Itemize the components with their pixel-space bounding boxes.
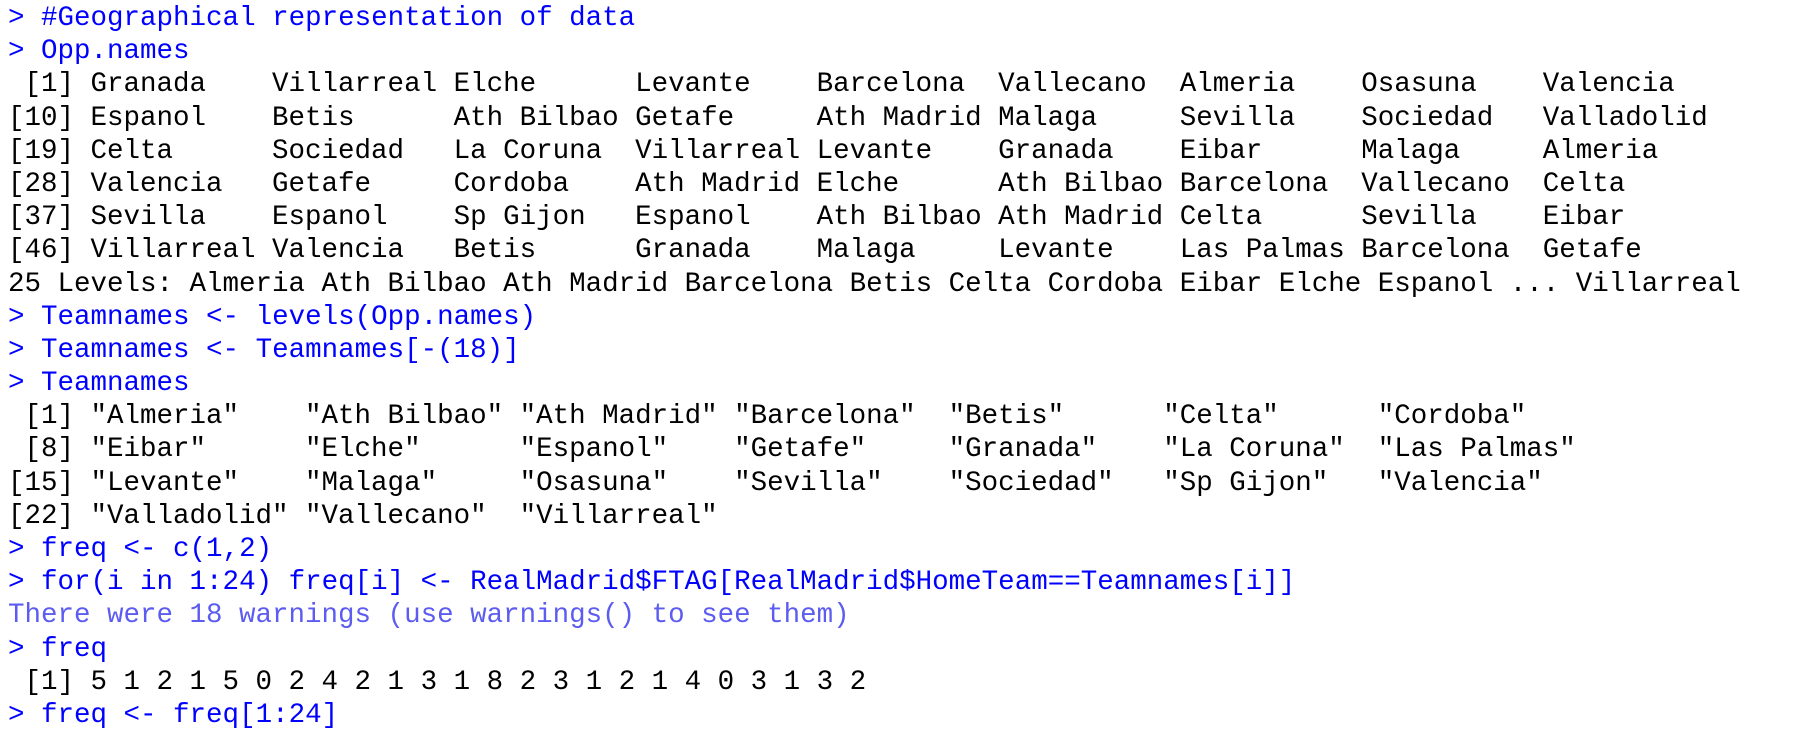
console-output-line: [19] Celta Sociedad La Coruna Villarreal… (8, 135, 1659, 167)
console-output-line: [22] "Valladolid" "Vallecano" "Villarrea… (8, 500, 718, 532)
console-command: Teamnames (41, 368, 190, 400)
console-input-line: > Teamnames <- Teamnames[-(18)] (8, 334, 1801, 367)
console-output-line: [10] Espanol Betis Ath Bilbao Getafe Ath… (8, 102, 1708, 134)
console-command: Opp.names (41, 36, 190, 68)
console-input-line: > freq (8, 633, 1801, 666)
console-output-line: [15] "Levante" "Malaga" "Osasuna" "Sevil… (8, 467, 1543, 499)
console-prompt: > (8, 567, 25, 599)
console-command: freq <- freq[1:24] (41, 699, 339, 731)
console-input-line: > for(i in 1:24) freq[i] <- RealMadrid$F… (8, 566, 1801, 599)
console-output-line: [1] "Almeria" "Ath Bilbao" "Ath Madrid" … (8, 401, 1527, 433)
console-output-line: 25 Levels: Almeria Ath Bilbao Ath Madrid… (8, 268, 1741, 300)
console-prompt: > (8, 301, 25, 333)
console-input-line: > Opp.names (8, 35, 1801, 68)
console-prompt: > (8, 3, 25, 34)
console-command: freq <- c(1,2) (41, 534, 273, 565)
console-output-line: [46] Villarreal Valencia Betis Granada M… (8, 235, 1642, 267)
r-console[interactable]: > #Geographical representation of data > … (0, 0, 1801, 731)
console-command: Teamnames <- levels(Opp.names) (41, 301, 537, 333)
console-prompt: > (8, 368, 25, 400)
console-command: for(i in 1:24) freq[i] <- RealMadrid$FTA… (41, 567, 1296, 599)
console-output-line: [28] Valencia Getafe Cordoba Ath Madrid … (8, 168, 1626, 200)
console-output-line: [1] 5 1 2 1 5 0 2 4 2 1 3 1 8 2 3 1 2 1 … (8, 666, 867, 698)
console-command: freq (41, 633, 108, 665)
console-input-line: > Teamnames (8, 367, 1801, 400)
console-warning-line: There were 18 warnings (use warnings() t… (8, 600, 850, 632)
console-prompt: > (8, 36, 25, 68)
console-prompt: > (8, 633, 25, 665)
console-prompt: > (8, 699, 25, 731)
console-input-line: > freq <- freq[1:24] (8, 699, 1801, 732)
console-output-line: [37] Sevilla Espanol Sp Gijon Espanol At… (8, 202, 1626, 234)
console-output-line: [8] "Eibar" "Elche" "Espanol" "Getafe" "… (8, 434, 1576, 466)
console-output-line: [1] Granada Villarreal Elche Levante Bar… (8, 69, 1675, 101)
console-input-line: > freq <- c(1,2) (8, 533, 1801, 566)
console-prompt: > (8, 334, 25, 366)
console-input-line: > #Geographical representation of data (8, 2, 1801, 35)
console-command: Teamnames <- Teamnames[-(18)] (41, 334, 520, 366)
console-input-line: > Teamnames <- levels(Opp.names) (8, 301, 1801, 334)
console-command: #Geographical representation of data (41, 3, 636, 34)
console-prompt: > (8, 534, 25, 565)
